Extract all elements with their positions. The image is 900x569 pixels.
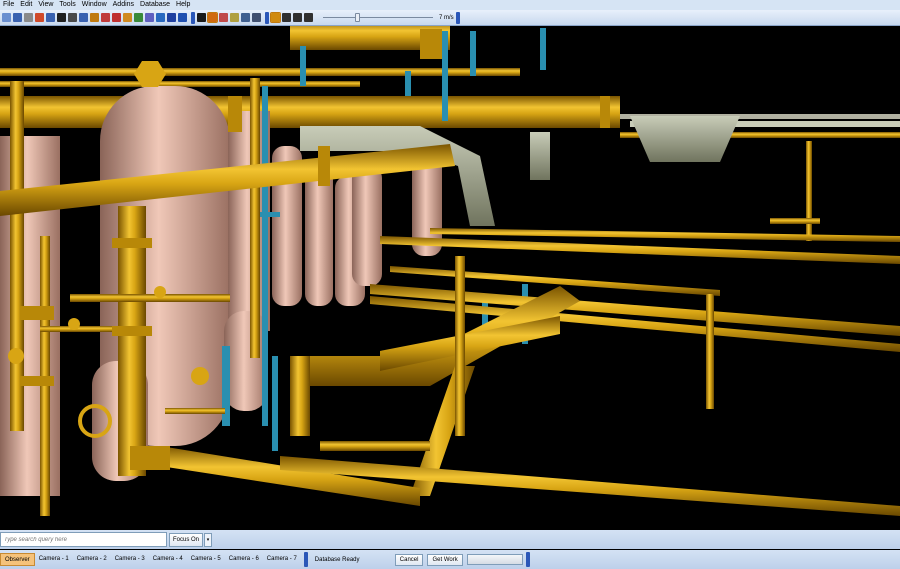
camera-tab-6[interactable]: Camera - 6	[225, 553, 263, 566]
observer-icon[interactable]	[197, 13, 206, 22]
camera-tab-1[interactable]: Camera - 1	[35, 553, 73, 566]
walk-icon[interactable]	[207, 12, 218, 23]
scale-icon[interactable]	[90, 13, 99, 22]
background-structure	[0, 26, 900, 516]
fly-icon[interactable]	[219, 13, 228, 22]
print-icon[interactable]	[24, 13, 33, 22]
speed-slider-track	[323, 17, 433, 18]
measure-icon[interactable]	[145, 13, 154, 22]
statusbar-separator	[525, 552, 530, 567]
menu-file[interactable]: File	[0, 0, 17, 10]
status-bar: Observer Camera - 1 Camera - 2 Camera - 3 Ca…	[0, 550, 900, 569]
speed-label: 7 m/s	[439, 14, 454, 21]
camera-tab-2[interactable]: Camera - 2	[73, 553, 111, 566]
zoom-icon[interactable]	[46, 13, 55, 22]
3d-viewport[interactable]	[0, 26, 900, 516]
box-icon[interactable]	[68, 13, 77, 22]
menu-window[interactable]: Window	[79, 0, 110, 10]
toolbar-separator	[265, 11, 269, 24]
plant-3d-scene[interactable]	[0, 26, 900, 516]
camera-tab-7[interactable]: Camera - 7	[263, 553, 301, 566]
get-work-button[interactable]: Get Work	[427, 553, 463, 566]
orbit-icon[interactable]	[304, 13, 313, 22]
annotate-icon[interactable]	[156, 13, 165, 22]
toolbar-group-views	[197, 12, 263, 23]
new-icon[interactable]	[2, 13, 11, 22]
camera-tabs: Observer Camera - 1 Camera - 2 Camera - 3 Ca…	[0, 553, 301, 566]
app-window: File Edit View Tools Window Addins Datab…	[0, 0, 900, 569]
camera-tab-4[interactable]: Camera - 4	[149, 553, 187, 566]
window-icon[interactable]	[230, 13, 239, 22]
menu-addins[interactable]: Addins	[110, 0, 137, 10]
camera-tab-5[interactable]: Camera - 5	[187, 553, 225, 566]
toolbar-separator	[455, 11, 460, 24]
database-status: Database Ready	[314, 556, 360, 563]
menu-view[interactable]: View	[35, 0, 56, 10]
main-toolbar: 7 m/s	[0, 10, 900, 26]
split-icon[interactable]	[241, 13, 250, 22]
panel-icon[interactable]	[252, 13, 261, 22]
statusbar-separator	[303, 552, 308, 567]
link-icon[interactable]	[167, 13, 176, 22]
target-icon[interactable]	[112, 13, 121, 22]
pan-icon[interactable]	[293, 13, 302, 22]
toolbar-group-navigation	[270, 12, 315, 23]
menu-database[interactable]: Database	[137, 0, 173, 10]
search-bar: Focus On ▾	[0, 530, 900, 549]
speed-slider[interactable]	[323, 13, 433, 22]
model-icon[interactable]	[35, 13, 44, 22]
gravity-icon[interactable]	[270, 12, 281, 23]
select-icon[interactable]	[57, 13, 66, 22]
menu-bar: File Edit View Tools Window Addins Datab…	[0, 0, 900, 10]
menu-edit[interactable]: Edit	[17, 0, 35, 10]
menu-help[interactable]: Help	[173, 0, 193, 10]
progress-bar	[466, 554, 523, 565]
menu-tools[interactable]: Tools	[56, 0, 78, 10]
cancel-button[interactable]: Cancel	[394, 553, 424, 566]
edit-icon[interactable]	[101, 13, 110, 22]
focus-dropdown-icon[interactable]: ▾	[204, 532, 213, 547]
toolbar-separator	[191, 11, 195, 24]
layers-icon[interactable]	[123, 13, 132, 22]
camera-tab-observer[interactable]: Observer	[0, 553, 35, 566]
move-icon[interactable]	[79, 13, 88, 22]
search-input[interactable]	[0, 532, 167, 547]
focus-on-button[interactable]: Focus On	[169, 532, 204, 547]
grid-icon[interactable]	[178, 13, 187, 22]
clip-icon[interactable]	[134, 13, 143, 22]
speed-slider-thumb[interactable]	[355, 13, 360, 22]
save-icon[interactable]	[13, 13, 22, 22]
camera-tab-3[interactable]: Camera - 3	[111, 553, 149, 566]
toolbar-group-tools	[2, 13, 189, 22]
rotate-icon[interactable]	[282, 13, 291, 22]
